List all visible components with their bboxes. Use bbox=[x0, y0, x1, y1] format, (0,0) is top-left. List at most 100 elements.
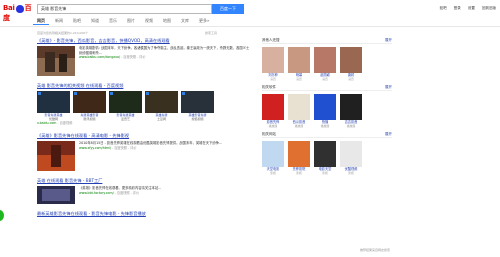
rec-sub: 演员 bbox=[296, 76, 302, 81]
rec-image[interactable] bbox=[288, 141, 310, 167]
rec-card[interactable]: 西瓜影音 播放器 bbox=[288, 94, 310, 128]
rec-image[interactable] bbox=[314, 47, 336, 73]
sidebar-section-sites: 相关网站 展开 天堂电影 影视 先锋影院 影视 电影天堂 影视 优酷视频 影视 bbox=[262, 132, 392, 175]
baidu-logo[interactable]: Bai 百度 bbox=[3, 3, 33, 22]
result-title[interactable]: 最新英雄影音先锋在线观看 - 影音先锋电影 - 先锋影音播放 bbox=[37, 211, 252, 217]
expand-link[interactable]: 展开 bbox=[385, 132, 392, 137]
tab-map[interactable]: 地图 bbox=[159, 17, 175, 25]
play-icon bbox=[38, 92, 41, 95]
rec-card[interactable]: 电影天堂 影视 bbox=[314, 141, 336, 175]
rec-card[interactable]: 影音先锋 播放器 bbox=[262, 94, 284, 128]
tab-wenku[interactable]: 文库 bbox=[177, 17, 193, 25]
rec-card[interactable]: 优酷视频 影视 bbox=[340, 141, 362, 175]
video-card[interactable]: 英雄影音先锋 搜狐视频 bbox=[181, 91, 214, 121]
tab-images[interactable]: 图片 bbox=[123, 17, 139, 25]
toplink-login[interactable]: 登录 bbox=[454, 6, 461, 10]
result-title[interactable]: 英雄 影音先锋的相关视频 在线观看 - 百度视频 bbox=[37, 83, 252, 89]
rec-sub: 影视 bbox=[348, 170, 354, 175]
rec-image[interactable] bbox=[314, 94, 336, 120]
video-thumbnail[interactable] bbox=[37, 91, 70, 113]
result-thumbnail[interactable] bbox=[37, 141, 75, 171]
rec-sub: 演员 bbox=[322, 76, 328, 81]
rec-sub: 播放器 bbox=[320, 123, 330, 128]
video-source: 腾讯视频 bbox=[83, 117, 96, 121]
result-url[interactable]: v.baidu.com bbox=[37, 121, 56, 125]
toplink-tieba[interactable]: 贴吧 bbox=[440, 6, 447, 10]
section-heading: 其他人还搜 bbox=[262, 38, 280, 42]
result-title[interactable]: 《英雄》- 影音先锋，西瓜影音，吉吉影音，快播QVOD，高清在线观看 bbox=[37, 38, 252, 44]
rec-image[interactable] bbox=[262, 47, 284, 73]
result-url[interactable]: www.baibu.com/dongzuo/ bbox=[79, 55, 120, 59]
tab-web[interactable]: 网页 bbox=[33, 17, 49, 25]
video-thumbnail[interactable] bbox=[145, 91, 178, 113]
tab-news[interactable]: 新闻 bbox=[51, 17, 67, 25]
tab-more[interactable]: 更多» bbox=[195, 17, 213, 25]
paw-icon bbox=[15, 5, 24, 13]
result-thumbnail[interactable] bbox=[37, 46, 75, 76]
rec-card[interactable]: 唐嫣 演员 bbox=[340, 47, 362, 81]
rec-image[interactable] bbox=[340, 47, 362, 73]
result-thumbnail[interactable] bbox=[37, 186, 75, 204]
toplink-old-version[interactable]: 回到旧版 bbox=[482, 6, 496, 10]
play-icon bbox=[74, 92, 77, 95]
result-url[interactable]: www.xfyy.com/html/ bbox=[79, 146, 111, 150]
rec-sub: 播放器 bbox=[346, 123, 356, 128]
rec-image[interactable] bbox=[314, 141, 336, 167]
expand-link[interactable]: 展开 bbox=[385, 85, 392, 90]
rec-card[interactable]: 先锋影院 影视 bbox=[288, 141, 310, 175]
result-snapshot[interactable]: - 百度快照 - 评价 bbox=[112, 146, 136, 150]
video-source: 土豆网 bbox=[156, 117, 166, 121]
rec-card[interactable]: 快播 播放器 bbox=[314, 94, 336, 128]
result-url[interactable]: www.bbt-factory.com/ bbox=[79, 191, 114, 195]
recommendation-note: 推荐结果来自网友搜索 bbox=[360, 248, 391, 252]
rec-sub: 影视 bbox=[270, 170, 276, 175]
tab-tieba[interactable]: 贴吧 bbox=[69, 17, 85, 25]
rec-image[interactable] bbox=[340, 94, 362, 120]
result-item-video: 英雄 影音先锋的相关视频 在线观看 - 百度视频 影音先锋英雄 优酷网 先锋英雄影… bbox=[37, 83, 252, 126]
rec-image[interactable] bbox=[288, 94, 310, 120]
video-thumbnail[interactable] bbox=[109, 91, 142, 113]
tab-zhidao[interactable]: 知道 bbox=[87, 17, 103, 25]
result-item: 最新英雄影音先锋在线观看 - 影音先锋电影 - 先锋影音播放 bbox=[37, 211, 252, 217]
search-tabs: 网页 新闻 贴吧 知道 音乐 图片 视频 地图 文库 更多» bbox=[33, 17, 215, 25]
expand-link[interactable]: 展开 bbox=[385, 38, 392, 43]
result-item: 英雄 在线观看 影音先锋 - BBT工厂 《英雄》影音先锋在线观看。更多精彩内容… bbox=[37, 178, 252, 204]
video-card[interactable]: 英雄先锋 土豆网 bbox=[145, 91, 178, 121]
video-source: 爱奇艺 bbox=[120, 117, 130, 121]
rec-sub: 演员 bbox=[270, 76, 276, 81]
video-card[interactable]: 影音先锋英雄 优酷网 bbox=[37, 91, 70, 121]
results-list: 《英雄》- 影音先锋，西瓜影音，吉吉影音，快播QVOD，高清在线观看 电影英雄剧… bbox=[37, 38, 252, 224]
rec-card[interactable]: 赵丽颖 演员 bbox=[314, 47, 336, 81]
video-thumbnail[interactable] bbox=[73, 91, 106, 113]
rec-card[interactable]: 天堂电影 影视 bbox=[262, 141, 284, 175]
floating-widget-tab[interactable] bbox=[0, 210, 4, 221]
search-box[interactable] bbox=[37, 4, 212, 14]
result-desc: 电影英雄剧情: 战国末年，天下纷争。各诸侯国为了争夺霸主，战乱迭起，秦王嬴政为一… bbox=[79, 46, 250, 55]
sidebar-section-people: 其他人还搜 展开 刘亦菲 演员 杨幂 演员 赵丽颖 演员 唐嫣 演员 bbox=[262, 38, 392, 81]
result-title[interactable]: 英雄 在线观看 影音先锋 - BBT工厂 bbox=[37, 178, 252, 184]
rec-card[interactable]: 刘亦菲 演员 bbox=[262, 47, 284, 81]
result-snapshot[interactable]: - 百度快照 - 评价 bbox=[115, 191, 139, 195]
result-count: 百度为您找到相关结果约1,210,000个 bbox=[37, 31, 89, 35]
search-button[interactable]: 百度一下 bbox=[212, 4, 244, 14]
video-card[interactable]: 影音先锋英雄 爱奇艺 bbox=[109, 91, 142, 121]
search-tools-button[interactable]: 搜索工具 bbox=[205, 31, 217, 35]
search-input[interactable] bbox=[38, 5, 211, 13]
tab-video[interactable]: 视频 bbox=[141, 17, 157, 25]
play-icon bbox=[146, 92, 149, 95]
tab-music[interactable]: 音乐 bbox=[105, 17, 121, 25]
result-title[interactable]: 《英雄》影音先锋在线观看 - 高清电影 - 先锋影视 bbox=[37, 133, 252, 139]
rec-image[interactable] bbox=[288, 47, 310, 73]
video-thumbnail[interactable] bbox=[181, 91, 214, 113]
rec-image[interactable] bbox=[262, 141, 284, 167]
rec-image[interactable] bbox=[262, 94, 284, 120]
toplink-settings[interactable]: 设置 bbox=[468, 6, 475, 10]
rec-image[interactable] bbox=[340, 141, 362, 167]
rec-sub: 影视 bbox=[296, 170, 302, 175]
video-card[interactable]: 先锋英雄影音 腾讯视频 bbox=[73, 91, 106, 121]
result-snapshot[interactable]: - 百度快照 - 评价 bbox=[121, 55, 145, 59]
rec-card[interactable]: 杨幂 演员 bbox=[288, 47, 310, 81]
result-extra[interactable]: - 百度视频 bbox=[57, 121, 72, 125]
top-links: 贴吧 登录 设置 回到旧版 bbox=[434, 6, 496, 11]
rec-card[interactable]: 吉吉影音 播放器 bbox=[340, 94, 362, 128]
